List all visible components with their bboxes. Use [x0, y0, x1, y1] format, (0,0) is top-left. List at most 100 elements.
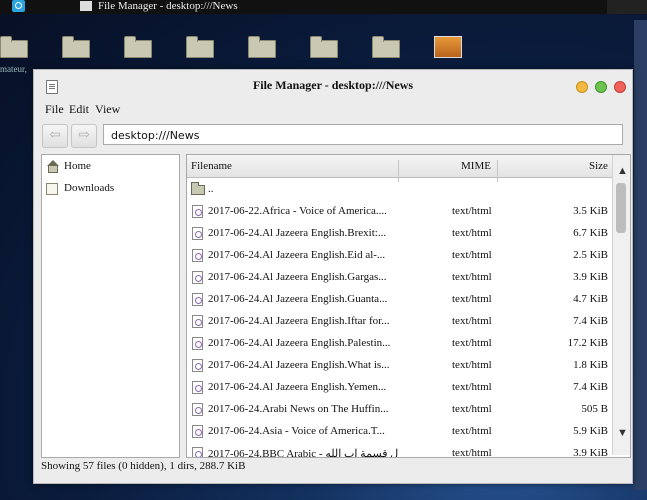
desktop-folder-icon[interactable]: [248, 36, 276, 58]
html-file-icon: [192, 403, 203, 416]
folder-icon: [191, 182, 205, 195]
file-size: 5.9 KiB: [573, 425, 608, 437]
file-row[interactable]: 2017-06-24.Al Jazeera English.Guanta... …: [187, 289, 612, 311]
file-mime: text/html: [452, 337, 492, 349]
file-manager-window: File Manager - desktop:///News File Edit…: [33, 69, 633, 484]
file-name: 2017-06-24.Al Jazeera English.Yemen...: [208, 381, 387, 393]
forward-button[interactable]: ⇨: [71, 124, 97, 148]
file-size: 3.5 KiB: [573, 205, 608, 217]
window-titlebar[interactable]: File Manager - desktop:///News: [34, 70, 632, 100]
file-size: 7.4 KiB: [573, 315, 608, 327]
parent-dir-row[interactable]: ..: [187, 179, 612, 201]
desktop-folder-icon[interactable]: [62, 36, 90, 58]
sidebar-item-label: Downloads: [64, 182, 115, 194]
file-manager-taskbar-icon[interactable]: [80, 1, 92, 11]
menu-edit[interactable]: Edit: [69, 102, 89, 117]
file-list: Filename MIME Size .. 2017-06-22.Africa …: [186, 154, 631, 458]
home-icon: [46, 160, 60, 173]
file-size: 6.7 KiB: [573, 227, 608, 239]
file-name: 2017-06-24.Al Jazeera English.Brexit:...: [208, 227, 387, 239]
start-menu-icon[interactable]: [12, 0, 25, 12]
file-row[interactable]: 2017-06-24.Al Jazeera English.Gargas... …: [187, 267, 612, 289]
folder-icon: [46, 183, 58, 195]
file-mime: text/html: [452, 359, 492, 371]
desktop-folder-icon[interactable]: [0, 36, 28, 58]
column-size[interactable]: Size: [589, 160, 608, 172]
toolbar: ⇦ ⇨ desktop:///News: [34, 122, 632, 150]
window-title: File Manager - desktop:///News: [252, 78, 414, 92]
file-mime: text/html: [452, 271, 492, 283]
file-row[interactable]: 2017-06-24.Al Jazeera English.Eid al-...…: [187, 245, 612, 267]
desktop-image-icon[interactable]: [434, 36, 462, 58]
html-file-icon: [192, 337, 203, 350]
column-mime[interactable]: MIME: [461, 160, 491, 172]
html-file-icon: [192, 425, 203, 438]
minimize-button[interactable]: [576, 81, 588, 93]
file-name: 2017-06-24.Arabi News on The Huffin...: [208, 403, 389, 415]
file-mime: text/html: [452, 205, 492, 217]
file-size: 7.4 KiB: [573, 381, 608, 393]
html-file-icon: [192, 359, 203, 372]
file-row[interactable]: 2017-06-24.Al Jazeera English.What is...…: [187, 355, 612, 377]
file-mime: text/html: [452, 227, 492, 239]
desktop-edge-panel: [634, 20, 647, 490]
taskbar-tray: [607, 0, 647, 14]
desktop-folder-icon[interactable]: [310, 36, 338, 58]
menu-file[interactable]: File: [45, 102, 64, 117]
vertical-scrollbar[interactable]: ▲ ▼: [612, 155, 630, 455]
maximize-button[interactable]: [595, 81, 607, 93]
file-name: ..: [208, 183, 214, 195]
file-mime: text/html: [452, 447, 492, 458]
scrollbar-thumb[interactable]: [616, 183, 626, 233]
file-row[interactable]: 2017-06-24.BBC Arabic - ال قسمة اب الله …: [187, 443, 612, 458]
desktop-folder-icon[interactable]: [124, 36, 152, 58]
file-size: 4.7 KiB: [573, 293, 608, 305]
file-name: 2017-06-24.Al Jazeera English.Gargas...: [208, 271, 387, 283]
close-button[interactable]: [614, 81, 626, 93]
scroll-down-icon[interactable]: ▼: [617, 427, 628, 439]
file-row[interactable]: 2017-06-24.Asia - Voice of America.T... …: [187, 421, 612, 443]
status-bar: Showing 57 files (0 hidden), 1 dirs, 288…: [41, 460, 246, 472]
file-row[interactable]: 2017-06-24.Al Jazeera English.Iftar for.…: [187, 311, 612, 333]
file-name: 2017-06-24.Al Jazeera English.Iftar for.…: [208, 315, 390, 327]
desktop-icon-caption: mateur,: [0, 64, 27, 74]
places-sidebar: Home Downloads: [41, 154, 180, 458]
column-header: Filename MIME Size: [187, 155, 612, 182]
desktop-folder-icon[interactable]: [186, 36, 214, 58]
scroll-up-icon[interactable]: ▲: [617, 165, 628, 177]
file-size: 17.2 KiB: [567, 337, 608, 349]
file-name: 2017-06-24.Asia - Voice of America.T...: [208, 425, 385, 437]
file-row[interactable]: 2017-06-22.Africa - Voice of America....…: [187, 201, 612, 223]
file-mime: text/html: [452, 249, 492, 261]
file-name: 2017-06-24.Al Jazeera English.What is...: [208, 359, 390, 371]
file-mime: text/html: [452, 293, 492, 305]
file-name: 2017-06-22.Africa - Voice of America....: [208, 205, 387, 217]
file-mime: text/html: [452, 403, 492, 415]
html-file-icon: [192, 293, 203, 306]
file-mime: text/html: [452, 425, 492, 437]
menu-view[interactable]: View: [95, 102, 120, 117]
file-size: 3.9 KiB: [573, 271, 608, 283]
html-file-icon: [192, 271, 203, 284]
sidebar-item-label: Home: [64, 160, 91, 172]
file-size: 1.8 KiB: [573, 359, 608, 371]
html-file-icon: [192, 315, 203, 328]
file-row[interactable]: 2017-06-24.Arabi News on The Huffin... t…: [187, 399, 612, 421]
file-row[interactable]: 2017-06-24.Al Jazeera English.Palestin..…: [187, 333, 612, 355]
taskbar: File Manager - desktop:///News: [0, 0, 647, 14]
taskbar-window-title[interactable]: File Manager - desktop:///News: [98, 0, 238, 12]
file-name: 2017-06-24.Al Jazeera English.Palestin..…: [208, 337, 391, 349]
file-mime: text/html: [452, 381, 492, 393]
html-file-icon: [192, 227, 203, 240]
location-bar[interactable]: desktop:///News: [103, 124, 623, 145]
back-button[interactable]: ⇦: [42, 124, 68, 148]
file-row[interactable]: 2017-06-24.Al Jazeera English.Yemen... t…: [187, 377, 612, 399]
file-size: 2.5 KiB: [573, 249, 608, 261]
column-filename[interactable]: Filename: [191, 160, 232, 172]
file-mime: text/html: [452, 315, 492, 327]
file-name: 2017-06-24.BBC Arabic - ال قسمة اب الله: [208, 448, 398, 458]
desktop-folder-icon[interactable]: [372, 36, 400, 58]
file-name: 2017-06-24.Al Jazeera English.Eid al-...: [208, 249, 386, 261]
html-file-icon: [192, 205, 203, 218]
file-row[interactable]: 2017-06-24.Al Jazeera English.Brexit:...…: [187, 223, 612, 245]
